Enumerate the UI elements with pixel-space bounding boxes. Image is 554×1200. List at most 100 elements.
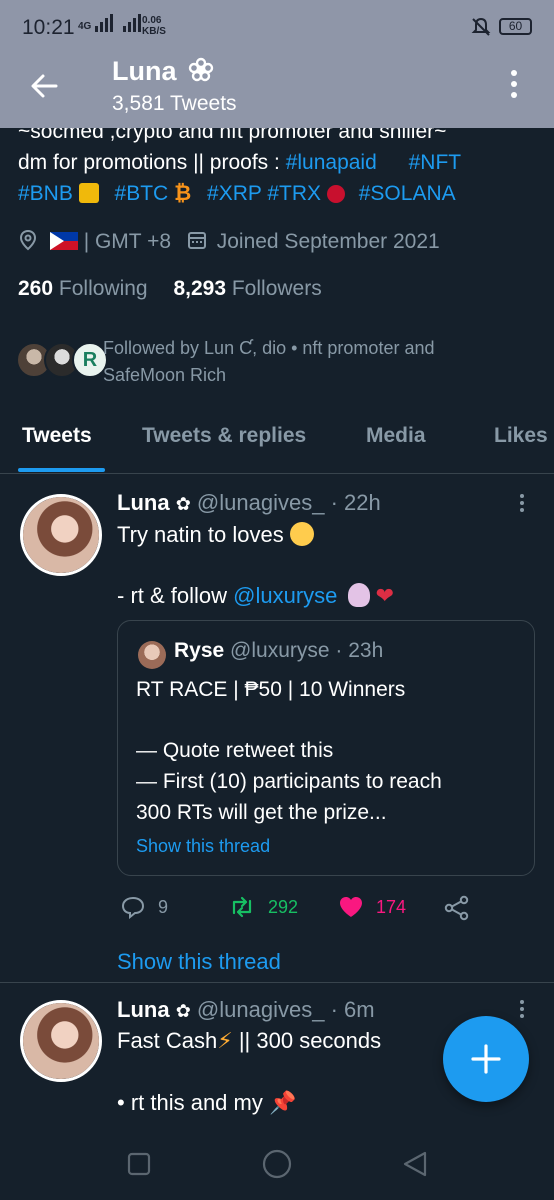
- quoted-tweet[interactable]: Ryse @luxuryse · 23h RT RACE | ₱50 | 10 …: [117, 620, 535, 876]
- followers-label: Followers: [231, 277, 322, 300]
- calendar-icon: [187, 232, 206, 249]
- tweet-text: Try natin to loves: [117, 522, 314, 548]
- tab-tweets[interactable]: Tweets: [22, 424, 92, 448]
- heart-emoji-icon: ❤: [375, 583, 395, 608]
- bio-line-3: #BNB #BTC ₿ #XRP #TRX #SOLANA: [18, 182, 456, 206]
- header-name: Luna: [112, 56, 177, 86]
- network-speed: 0.06 KB/S: [142, 15, 166, 37]
- pushpin-emoji-icon: 📌: [268, 1090, 297, 1115]
- quoted-author-name: Ryse: [174, 639, 225, 662]
- home-icon[interactable]: [261, 1148, 293, 1180]
- retweet-count: 292: [268, 896, 299, 917]
- hashtag-nft[interactable]: #NFT: [409, 151, 462, 174]
- tweet-text-line-2: - rt & follow: [117, 583, 234, 608]
- tweet-text-line-2: • rt this and my 📌: [117, 1090, 296, 1116]
- trx-emoji-icon: [326, 185, 345, 203]
- plus-icon: [471, 1044, 501, 1074]
- avatar[interactable]: [20, 494, 102, 576]
- tweet-text: || 300 seconds: [232, 1028, 382, 1053]
- followed-by[interactable]: R Followed by Lun Ƈ, dio • nft promoter …: [16, 338, 536, 390]
- tweet-time: · 6m: [330, 997, 375, 1022]
- timezone: | GMT +8: [83, 230, 172, 253]
- quoted-text-line-1: RT RACE | ₱50 | 10 Winners: [136, 678, 406, 701]
- tweets-count: 3,581 Tweets: [112, 92, 237, 115]
- profile-meta: | GMT +8 Joined September 2021: [18, 229, 440, 254]
- network-indicator: 4G: [78, 14, 142, 32]
- bio-line-2: dm for promotions || proofs : #lunapaid …: [18, 151, 461, 175]
- quoted-avatar: [138, 641, 166, 669]
- retweet-button[interactable]: 292: [228, 895, 298, 919]
- share-icon[interactable]: [444, 895, 470, 921]
- quoted-text-line-3: — First (10) participants to reach: [136, 770, 442, 793]
- speed-value: 0.06: [142, 15, 162, 26]
- flower-icon: ✿: [175, 1001, 191, 1021]
- joined-date: Joined September 2021: [216, 230, 440, 253]
- quoted-time: · 23h: [335, 639, 384, 662]
- tweet-time: · 22h: [330, 490, 381, 515]
- reply-icon: [121, 896, 145, 919]
- compose-tweet-button[interactable]: [443, 1016, 529, 1102]
- show-thread-link[interactable]: Show this thread: [117, 949, 281, 975]
- back-icon[interactable]: [400, 1149, 430, 1179]
- tweet-author-handle[interactable]: @lunagives_: [197, 997, 325, 1022]
- bitcoin-emoji-icon: ₿: [174, 182, 192, 205]
- hashtag-trx[interactable]: #TRX: [267, 182, 321, 205]
- following-count: 260: [18, 277, 54, 300]
- heart-icon: [340, 897, 362, 917]
- retweet-icon: [232, 896, 252, 918]
- signal-icon: [95, 14, 114, 32]
- lightning-emoji-icon: ⚡: [217, 1028, 233, 1053]
- location-icon: [19, 229, 37, 251]
- hashtag-btc[interactable]: #BTC: [115, 182, 169, 205]
- bio-text: dm for promotions || proofs :: [18, 151, 286, 174]
- quoted-text-line-2: — Quote retweet this: [136, 739, 334, 762]
- following-link[interactable]: 260 Following: [18, 277, 153, 300]
- tweet-author-name[interactable]: Luna: [117, 997, 170, 1022]
- flower-icon: [188, 57, 214, 82]
- quoted-show-thread[interactable]: Show this thread: [136, 836, 270, 857]
- followed-by-line-1: Followed by Lun Ƈ, dio • nft promoter an…: [103, 338, 435, 358]
- hashtag-xrp[interactable]: #XRP: [207, 182, 261, 205]
- tweet-text: - rt & follow @luxuryse ❤: [117, 583, 394, 609]
- follow-stats: 260 Following 8,293 Followers: [18, 277, 322, 301]
- battery-icon: 60: [499, 18, 532, 35]
- speed-unit: KB/S: [142, 26, 166, 37]
- like-count: 174: [376, 896, 407, 917]
- tab-media[interactable]: Media: [366, 424, 426, 448]
- tweet-header: Luna ✿ @lunagives_ · 6m: [117, 997, 375, 1023]
- tweet-text: • rt this and my: [117, 1090, 263, 1115]
- back-arrow-icon[interactable]: [26, 68, 62, 104]
- signal-icon-2: [123, 14, 142, 32]
- tweet-more-icon[interactable]: [516, 494, 528, 516]
- followers-link[interactable]: 8,293 Followers: [173, 277, 321, 300]
- flower-icon: ✿: [175, 494, 191, 514]
- tweet-author-handle[interactable]: @lunagives_: [197, 490, 325, 515]
- mention-link[interactable]: @luxuryse: [233, 583, 337, 608]
- hashtag-solana[interactable]: #SOLANA: [359, 182, 456, 205]
- like-button[interactable]: 174: [338, 895, 406, 919]
- status-bar: 10:21 4G 0.06 KB/S 60: [0, 0, 554, 56]
- followed-by-line-2: SafeMoon Rich: [103, 365, 227, 385]
- tweet-more-icon[interactable]: [516, 1000, 528, 1022]
- quoted-header: Ryse @luxuryse · 23h: [174, 639, 383, 663]
- tweet-text-line-1: Try natin to loves: [117, 522, 284, 547]
- hashtag-bnb[interactable]: #BNB: [18, 182, 73, 205]
- hashtag-lunapaid[interactable]: #lunapaid: [286, 151, 377, 174]
- recents-icon[interactable]: [126, 1151, 152, 1177]
- status-time: 10:21: [22, 16, 75, 39]
- tab-likes[interactable]: Likes: [494, 424, 548, 448]
- reply-count: 9: [158, 896, 169, 917]
- tweet-author-name[interactable]: Luna: [117, 490, 170, 515]
- more-options-icon[interactable]: [506, 70, 522, 106]
- system-nav-bar: [0, 1128, 554, 1200]
- reply-button[interactable]: 9: [120, 895, 168, 919]
- avatar[interactable]: [20, 1000, 102, 1082]
- bnb-emoji-icon: [78, 183, 99, 203]
- mute-icon: [471, 17, 491, 36]
- followers-count: 8,293: [173, 277, 227, 300]
- tweet-text-line-1: Fast Cash⚡ || 300 seconds: [117, 1028, 381, 1054]
- tweet-header: Luna ✿ @lunagives_ · 22h: [117, 490, 381, 516]
- tab-tweets-replies[interactable]: Tweets & replies: [142, 424, 306, 448]
- philippines-flag-icon: [49, 232, 78, 250]
- tweet-text: Fast Cash: [117, 1028, 218, 1053]
